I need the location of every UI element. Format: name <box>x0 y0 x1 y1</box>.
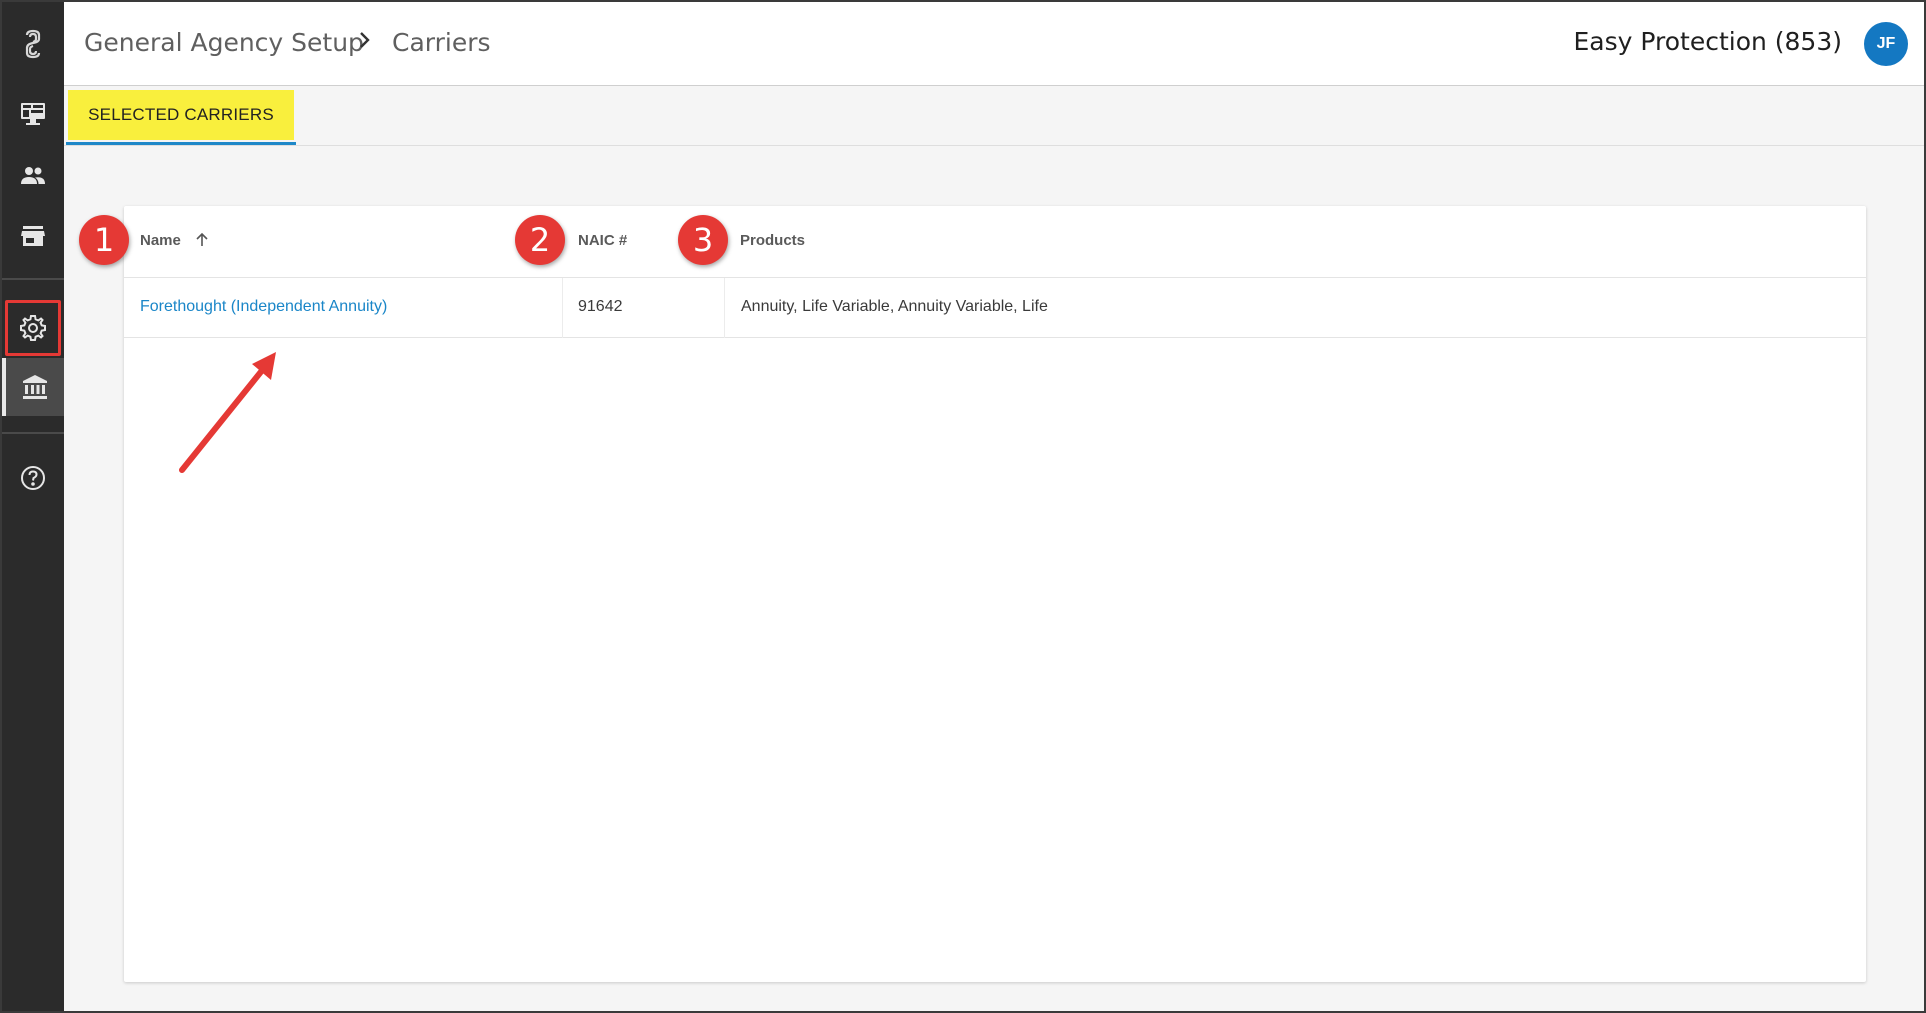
avatar[interactable]: JF <box>1864 22 1908 66</box>
column-header-products[interactable]: Products <box>740 232 805 249</box>
carrier-products: Annuity, Life Variable, Annuity Variable… <box>741 298 1048 315</box>
agency-name: Easy Protection (853) <box>1573 27 1842 56</box>
help-icon <box>21 466 45 490</box>
tab-bar: SELECTED CARRIERS <box>64 86 1924 146</box>
table-header: Name NAIC # Products <box>124 206 1866 278</box>
annotation-badge-1: 1 <box>79 215 129 265</box>
app-window: General Agency Setup Carriers Easy Prote… <box>0 0 1926 1013</box>
sidebar-item-dashboard[interactable] <box>2 86 64 142</box>
dashboard-icon <box>21 103 45 125</box>
sidebar-item-carriers[interactable] <box>2 358 64 416</box>
sidebar <box>2 2 64 1011</box>
store-icon <box>21 226 45 246</box>
sidebar-item-people[interactable] <box>2 148 64 204</box>
column-header-name[interactable]: Name <box>140 232 181 249</box>
annotation-arrow-icon <box>179 352 276 473</box>
table-row[interactable]: Forethought (Independent Annuity) 91642 … <box>124 278 1866 338</box>
annotation-badge-2: 2 <box>515 215 565 265</box>
sidebar-item-help[interactable] <box>2 450 64 506</box>
chevron-right-icon <box>360 32 370 48</box>
breadcrumb-carriers: Carriers <box>392 28 491 57</box>
settings-highlight-box <box>5 300 61 356</box>
active-tab-indicator <box>66 142 296 145</box>
carriers-table: Name NAIC # Products Forethought (Indepe… <box>124 206 1866 982</box>
sidebar-item-store[interactable] <box>2 208 64 264</box>
sidebar-divider <box>2 278 64 280</box>
column-divider <box>724 278 725 338</box>
column-header-naic[interactable]: NAIC # <box>578 232 627 249</box>
annotation-badge-3: 3 <box>678 215 728 265</box>
breadcrumb-general-agency-setup[interactable]: General Agency Setup <box>84 28 364 57</box>
people-icon <box>21 167 45 184</box>
sidebar-divider <box>2 432 64 434</box>
tab-selected-carriers[interactable]: SELECTED CARRIERS <box>68 90 294 140</box>
carrier-naic: 91642 <box>578 298 623 315</box>
bank-icon <box>23 375 47 399</box>
sort-ascending-icon[interactable] <box>192 230 212 250</box>
app-logo-icon[interactable] <box>2 16 64 72</box>
column-divider <box>562 278 563 338</box>
carrier-name-link[interactable]: Forethought (Independent Annuity) <box>140 298 387 316</box>
top-header: General Agency Setup Carriers Easy Prote… <box>64 2 1924 86</box>
